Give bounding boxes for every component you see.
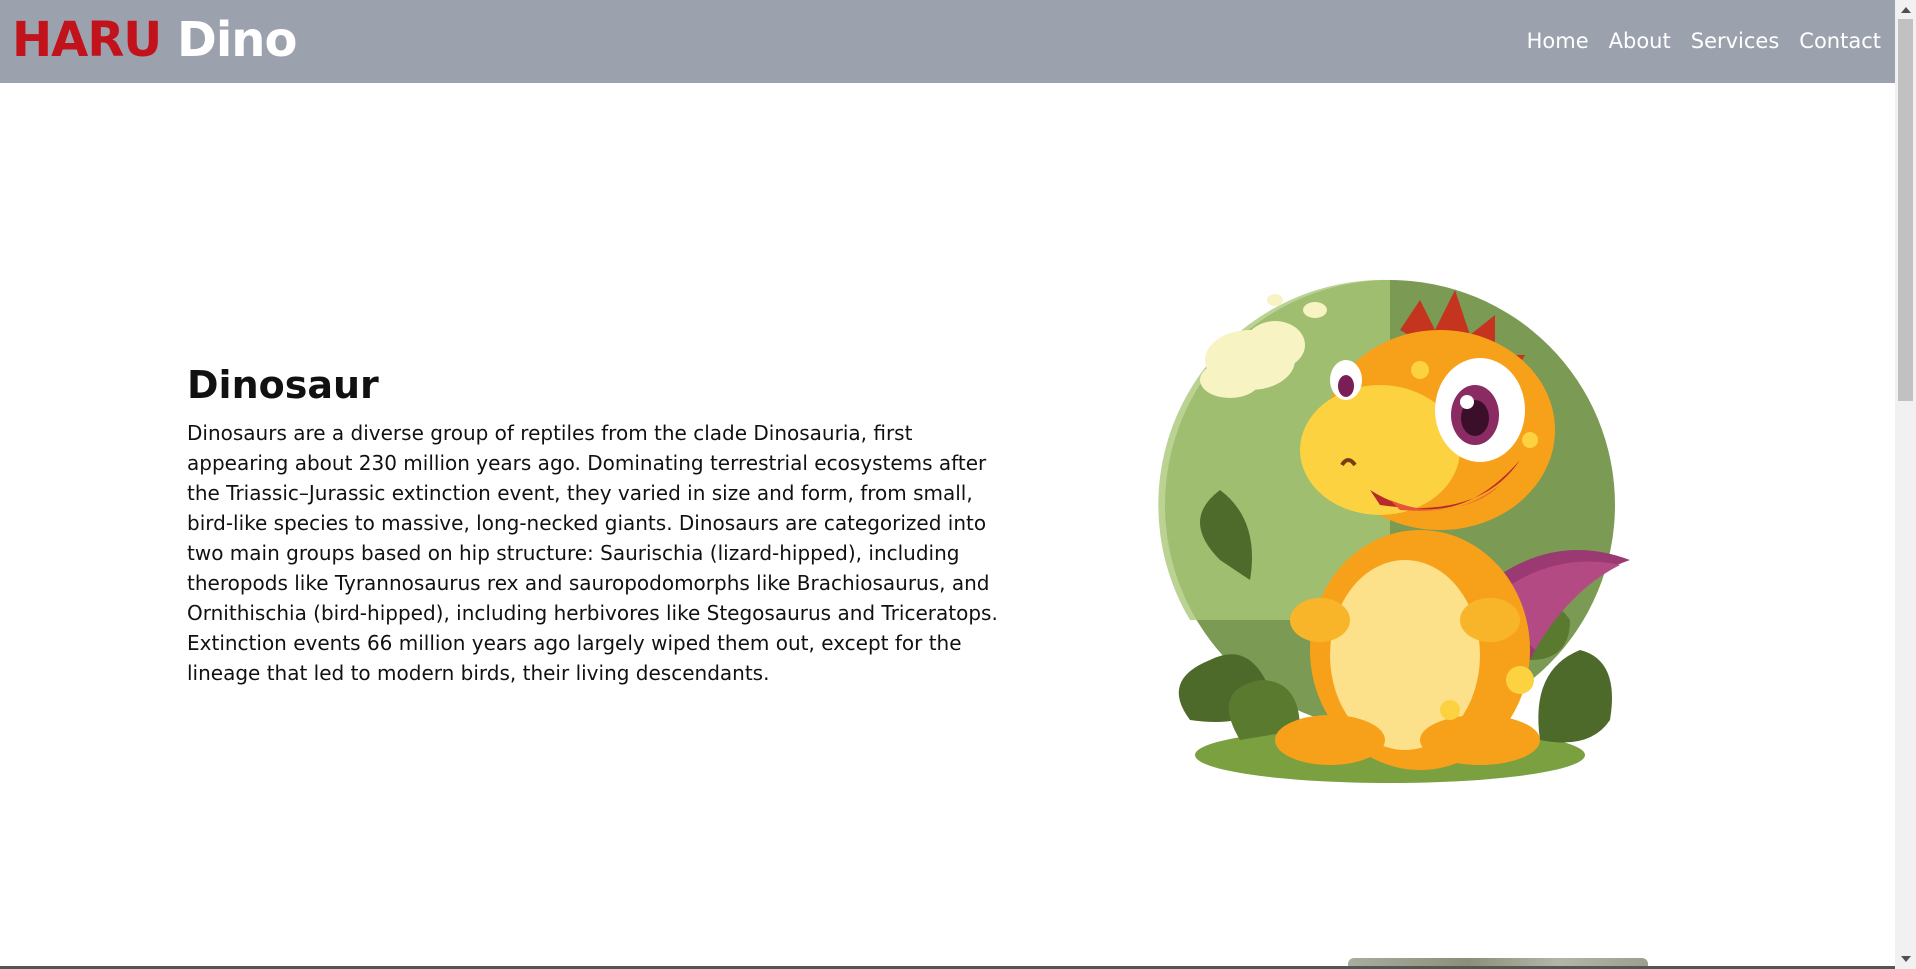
vertical-scrollbar[interactable]	[1895, 0, 1916, 969]
main-nav: Home About Services Contact	[1527, 26, 1881, 56]
page-title: Dinosaur	[187, 363, 379, 407]
scroll-up-arrow-icon[interactable]	[1901, 7, 1911, 13]
nav-home-link[interactable]: Home	[1527, 26, 1589, 56]
scroll-down-arrow-icon[interactable]	[1901, 956, 1911, 962]
nav-services-link[interactable]: Services	[1691, 26, 1780, 56]
brand-dino: Dino	[176, 12, 297, 68]
dinosaur-illustration	[1150, 260, 1650, 790]
intro-paragraph: Dinosaurs are a diverse group of reptile…	[187, 421, 998, 685]
scrollbar-thumb[interactable]	[1898, 19, 1913, 401]
navbar: HARU Dino Home About Services Contact	[0, 0, 1895, 83]
nav-about-link[interactable]: About	[1609, 26, 1671, 56]
nav-contact-link[interactable]: Contact	[1799, 26, 1881, 56]
dinosaur-image-icon	[1158, 279, 1630, 783]
intro-section: Dinosaur Dinosaurs are a diverse group o…	[187, 358, 1017, 688]
brand-logo[interactable]: HARU Dino	[12, 8, 297, 72]
brand-haru: HARU	[12, 12, 162, 68]
